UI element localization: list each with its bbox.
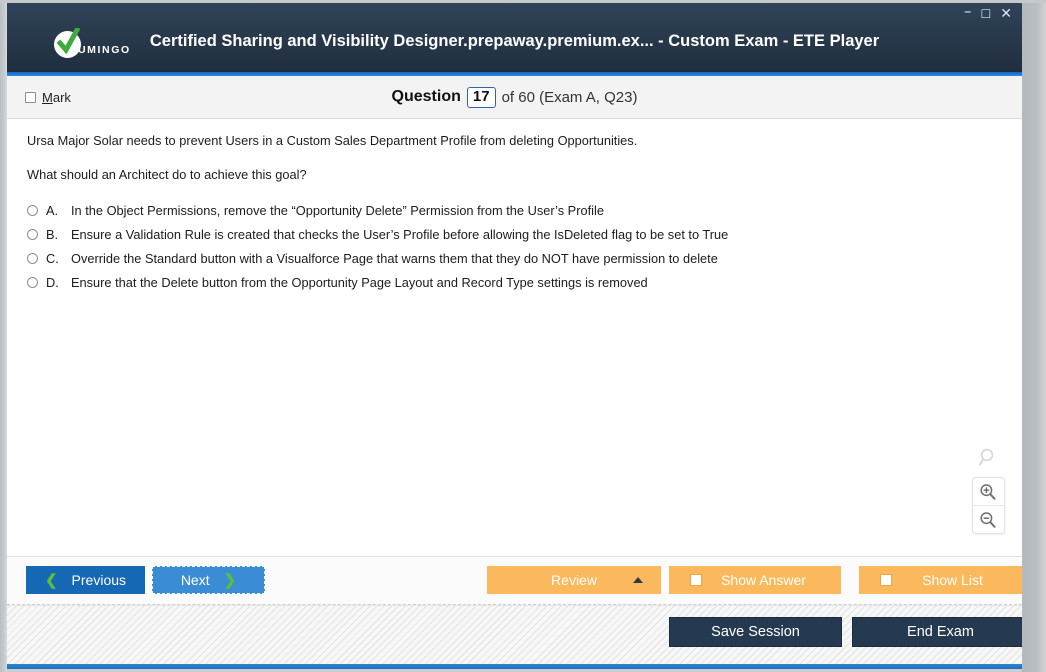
end-exam-label: End Exam bbox=[907, 624, 974, 640]
option-text-d: Ensure that the Delete button from the O… bbox=[71, 275, 648, 290]
save-session-button[interactable]: Save Session bbox=[669, 617, 842, 647]
end-exam-button[interactable]: End Exam bbox=[852, 617, 1022, 647]
option-text-b: Ensure a Validation Rule is created that… bbox=[71, 227, 729, 242]
window-controls: – ☐ ✕ bbox=[964, 4, 1012, 22]
question-content-area: Ursa Major Solar needs to prevent Users … bbox=[7, 119, 1022, 557]
show-answer-toggle[interactable]: Show Answer bbox=[669, 566, 841, 594]
magnifier-minus-icon[interactable] bbox=[973, 506, 1004, 533]
option-letter-c: C. bbox=[46, 251, 59, 266]
radio-icon-a[interactable] bbox=[27, 205, 38, 216]
question-total-label: of 60 (Exam A, Q23) bbox=[501, 88, 638, 106]
minimize-icon[interactable]: – bbox=[964, 4, 972, 19]
answer-option-c[interactable]: C. Override the Standard button with a V… bbox=[27, 251, 1002, 266]
option-letter-d: D. bbox=[46, 275, 59, 290]
bottom-accent-bar bbox=[7, 664, 1022, 669]
next-button[interactable]: Next ❯ bbox=[152, 566, 265, 594]
question-counter: Question 17 of 60 (Exam A, Q23) bbox=[7, 86, 1022, 108]
magnifier-icon[interactable] bbox=[978, 448, 998, 472]
option-letter-b: B. bbox=[46, 227, 59, 242]
answer-option-d[interactable]: D. Ensure that the Delete button from th… bbox=[27, 275, 1002, 290]
window-title: Certified Sharing and Visibility Designe… bbox=[149, 32, 880, 50]
question-stem: Ursa Major Solar needs to prevent Users … bbox=[7, 119, 1022, 183]
desktop-background: UMINGO Certified Sharing and Visibility … bbox=[0, 0, 1046, 672]
question-stem-line: What should an Architect do to achieve t… bbox=[27, 167, 307, 182]
chevron-right-icon: ❯ bbox=[223, 572, 237, 589]
previous-button-label: Previous bbox=[71, 572, 127, 588]
radio-icon-c[interactable] bbox=[27, 253, 38, 264]
question-number-field[interactable]: 17 bbox=[466, 86, 496, 108]
chevron-left-icon: ❮ bbox=[44, 572, 58, 589]
review-dropdown-button[interactable]: Review bbox=[487, 566, 661, 594]
answer-options-list: A. In the Object Permissions, remove the… bbox=[7, 201, 1022, 290]
save-session-label: Save Session bbox=[711, 624, 800, 640]
option-letter-a: A. bbox=[46, 203, 59, 218]
answer-option-a[interactable]: A. In the Object Permissions, remove the… bbox=[27, 203, 1002, 218]
previous-button[interactable]: ❮ Previous bbox=[26, 566, 145, 594]
maximize-icon[interactable]: ☐ bbox=[981, 8, 992, 21]
show-list-label: Show List bbox=[922, 572, 983, 588]
title-bar: UMINGO Certified Sharing and Visibility … bbox=[7, 3, 1022, 76]
show-answer-label: Show Answer bbox=[721, 572, 806, 588]
navigation-toolbar: ❮ Previous Next ❯ Review Show Answer Sho… bbox=[7, 557, 1022, 605]
window-shadow-left bbox=[0, 0, 7, 672]
zoom-button-group bbox=[971, 477, 1005, 534]
show-list-toggle[interactable]: Show List bbox=[859, 566, 1022, 594]
question-header-bar: Mark Question 17 of 60 (Exam A, Q23) bbox=[7, 76, 1022, 119]
zoom-controls bbox=[971, 448, 1005, 534]
radio-icon-d[interactable] bbox=[27, 277, 38, 288]
question-stem-line: Ursa Major Solar needs to prevent Users … bbox=[27, 133, 638, 148]
question-word: Question bbox=[391, 88, 461, 105]
show-list-checkbox-icon[interactable] bbox=[880, 574, 892, 586]
chevron-up-icon bbox=[633, 577, 643, 583]
next-button-label: Next bbox=[180, 572, 210, 588]
show-answer-checkbox-icon[interactable] bbox=[690, 574, 702, 586]
answer-option-b[interactable]: B. Ensure a Validation Rule is created t… bbox=[27, 227, 1002, 242]
window-shadow-right bbox=[1022, 0, 1046, 672]
close-icon[interactable]: ✕ bbox=[1000, 7, 1012, 21]
option-text-c: Override the Standard button with a Visu… bbox=[71, 251, 718, 266]
option-text-a: In the Object Permissions, remove the “O… bbox=[71, 203, 604, 218]
ete-player-window: UMINGO Certified Sharing and Visibility … bbox=[7, 3, 1022, 669]
radio-icon-b[interactable] bbox=[27, 229, 38, 240]
magnifier-plus-icon[interactable] bbox=[972, 478, 1004, 506]
status-bar: Save Session End Exam bbox=[7, 605, 1022, 669]
